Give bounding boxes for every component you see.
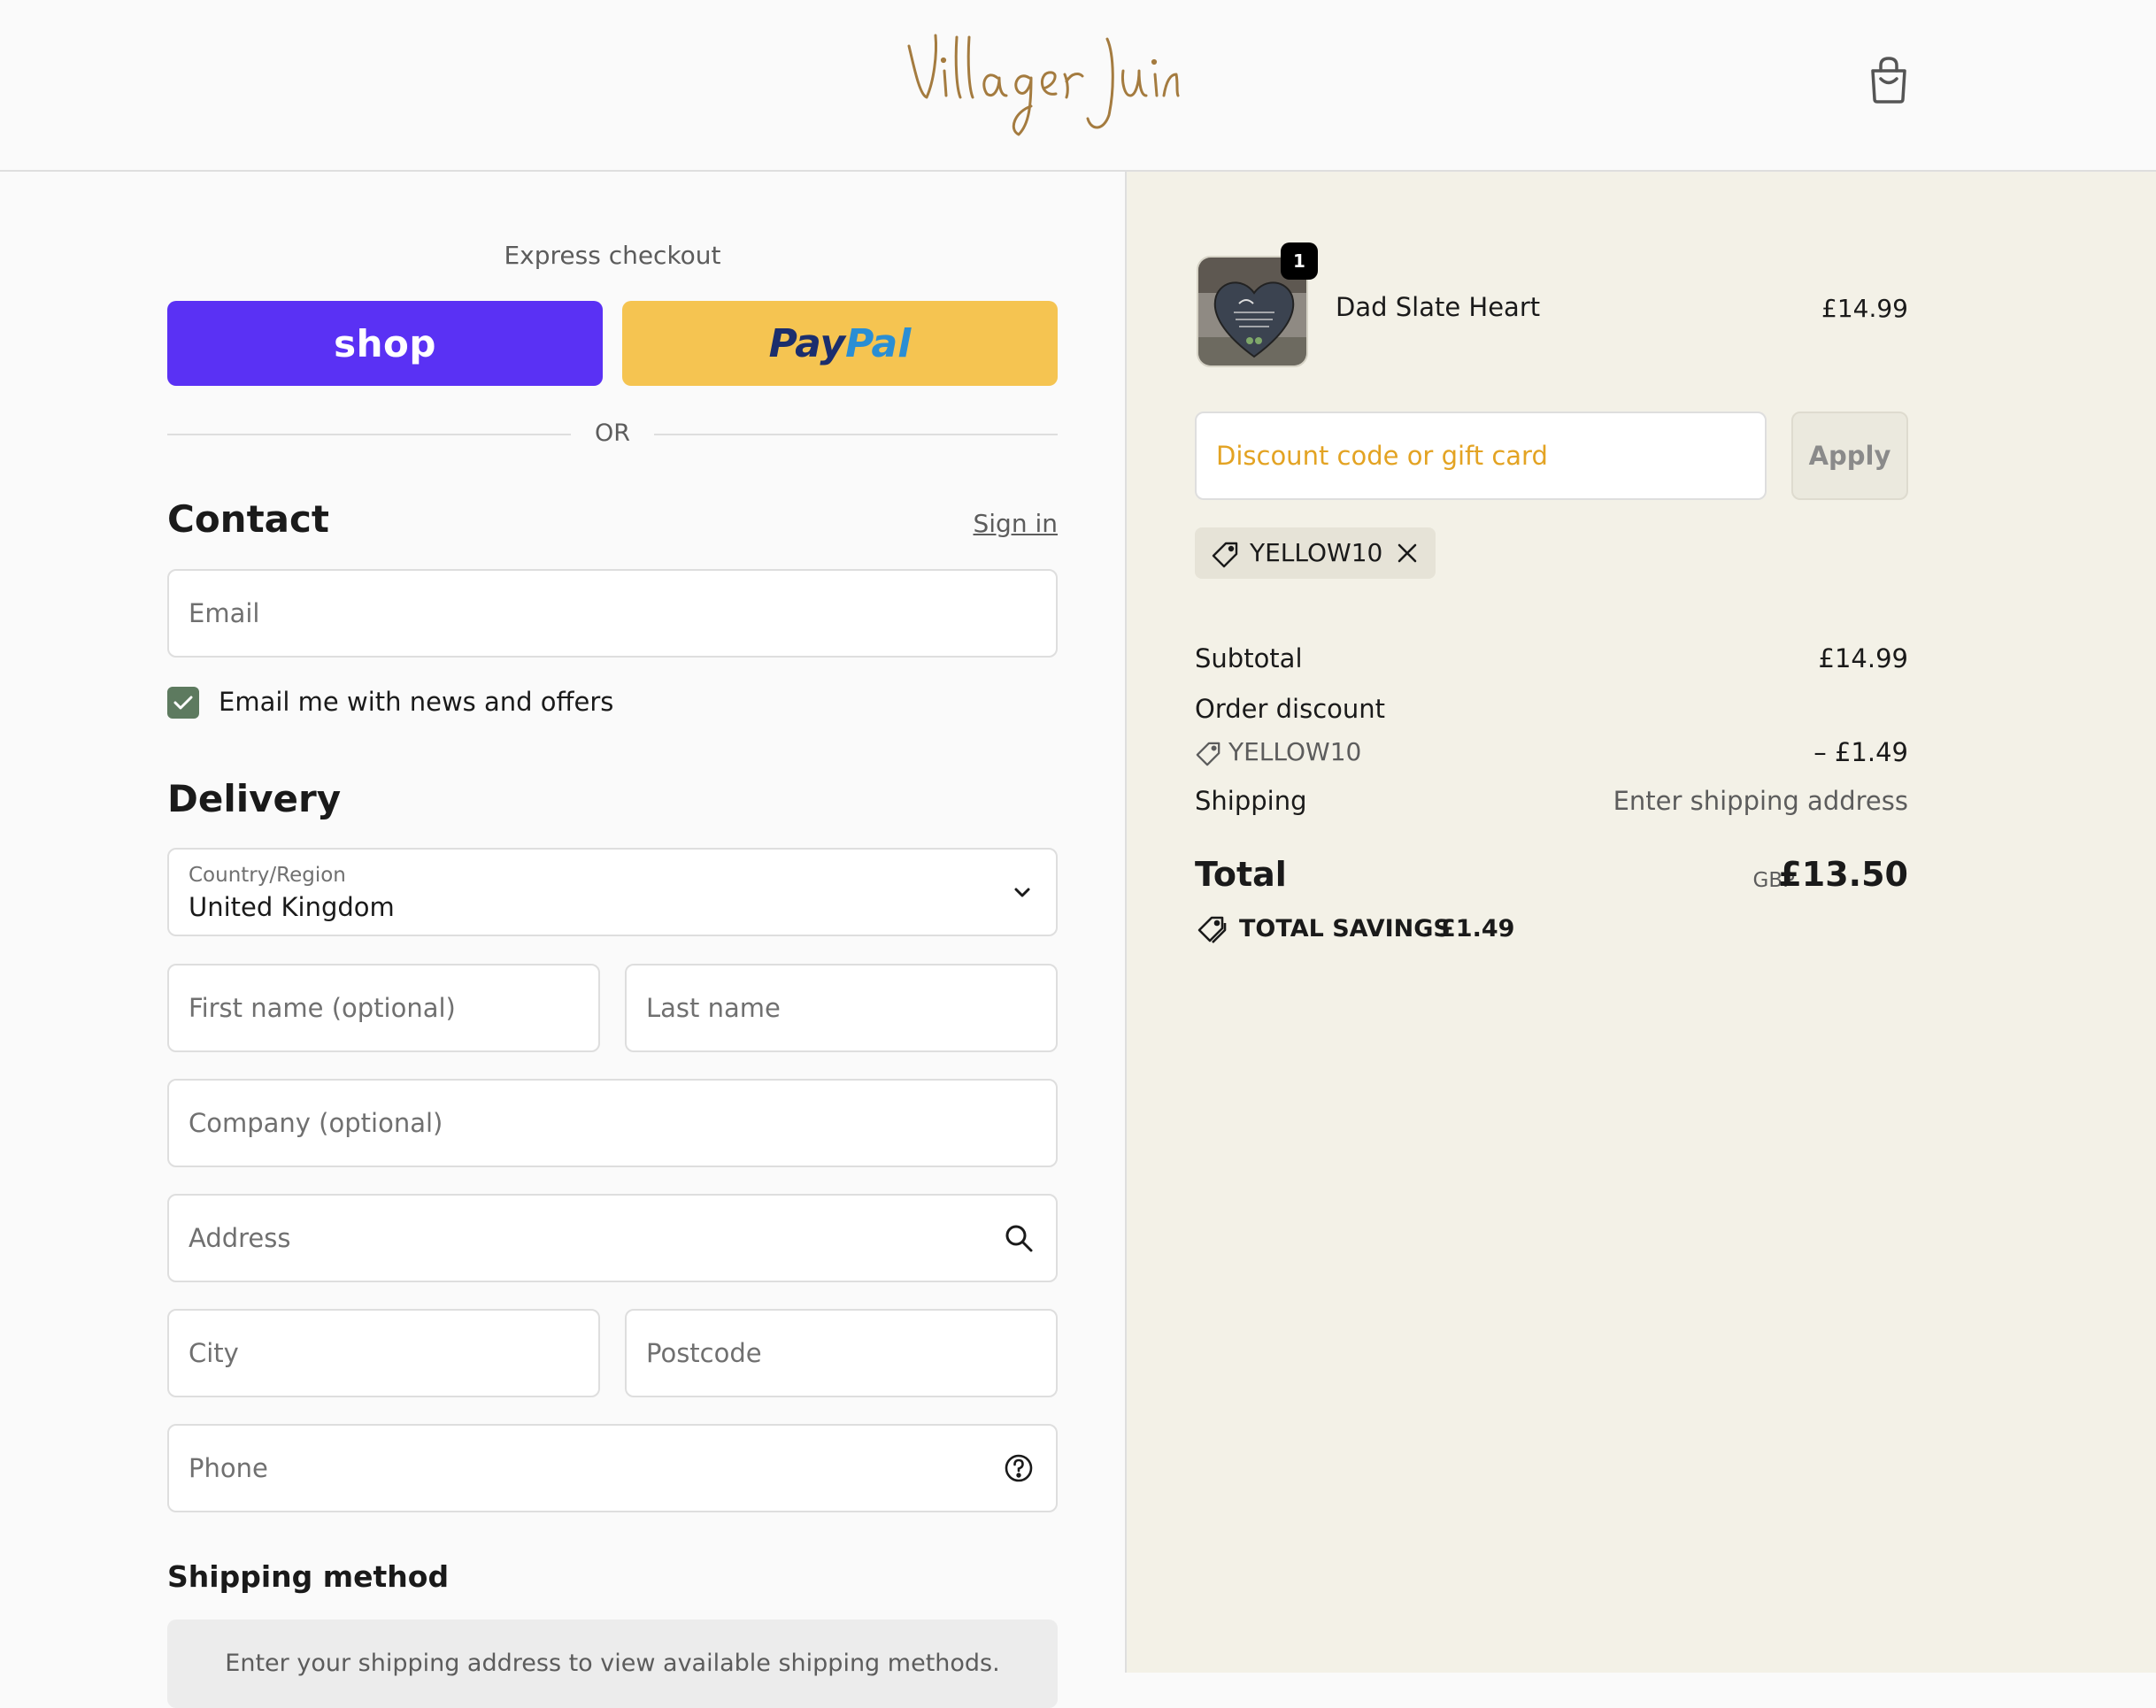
subtotal-label: Subtotal	[1195, 643, 1303, 673]
last-name-field[interactable]: Last name	[625, 964, 1058, 1052]
delivery-heading: Delivery	[167, 777, 342, 820]
shipping-label: Shipping	[1195, 786, 1307, 816]
total-value: £13.50	[1778, 855, 1908, 894]
shop-pay-label: shop	[334, 321, 436, 365]
product-name: Dad Slate Heart	[1336, 292, 1541, 322]
country-value: United Kingdom	[189, 892, 395, 922]
shipping-row: Shipping Enter shipping address	[1195, 786, 1908, 821]
apply-discount-button[interactable]: Apply	[1791, 412, 1908, 500]
chevron-down-icon	[1014, 888, 1030, 897]
discount-value: – £1.49	[1813, 737, 1908, 767]
newsletter-label: Email me with news and offers	[219, 687, 614, 717]
city-field[interactable]: City	[167, 1309, 600, 1397]
product-price: £14.99	[1821, 294, 1908, 323]
order-discount-label: Order discount	[1195, 694, 1386, 724]
or-divider: OR	[167, 416, 1058, 451]
tag-icon	[1196, 742, 1220, 766]
subtotal-row: Subtotal £14.99	[1195, 643, 1908, 679]
express-checkout-title: Express checkout	[504, 241, 721, 270]
total-label: Total	[1195, 855, 1287, 894]
remove-discount-icon[interactable]	[1395, 541, 1420, 565]
shipping-method-notice: Enter your shipping address to view avai…	[167, 1620, 1058, 1708]
applied-code-text: YELLOW10	[1250, 538, 1383, 567]
discount-code-row: YELLOW10 – £1.49	[1195, 737, 1908, 773]
double-tag-icon	[1197, 916, 1227, 943]
order-discount-row: Order discount	[1195, 694, 1908, 729]
discount-code-placeholder: Discount code or gift card	[1216, 441, 1548, 471]
city-placeholder: City	[189, 1338, 239, 1368]
phone-placeholder: Phone	[189, 1453, 268, 1483]
shopping-bag-icon[interactable]	[1867, 55, 1910, 104]
total-savings-value: £1.49	[1439, 915, 1515, 942]
discount-code-label: YELLOW10	[1228, 737, 1362, 766]
brand-logo[interactable]	[898, 19, 1182, 139]
total-savings-label: TOTAL SAVINGS	[1239, 915, 1451, 942]
last-name-placeholder: Last name	[646, 993, 781, 1023]
country-label: Country/Region	[189, 864, 346, 887]
address-placeholder: Address	[189, 1223, 291, 1253]
paypal-label-pay: Pay	[768, 320, 846, 366]
quantity-badge: 1	[1281, 242, 1318, 280]
paypal-button[interactable]: Pay Pal	[622, 301, 1058, 386]
postcode-field[interactable]: Postcode	[625, 1309, 1058, 1397]
email-placeholder: Email	[189, 598, 260, 628]
first-name-field[interactable]: First name (optional)	[167, 964, 600, 1052]
tag-icon	[1212, 542, 1238, 568]
subtotal-value: £14.99	[1818, 643, 1908, 673]
discount-code-input[interactable]: Discount code or gift card	[1195, 412, 1767, 500]
checkmark-icon	[173, 696, 193, 710]
shipping-method-message: Enter your shipping address to view avai…	[225, 1650, 1000, 1677]
shipping-value: Enter shipping address	[1613, 786, 1908, 816]
header	[0, 0, 2156, 172]
or-label: OR	[594, 419, 630, 447]
help-icon[interactable]	[1003, 1452, 1035, 1484]
shop-pay-button[interactable]: shop	[167, 301, 603, 386]
postcode-placeholder: Postcode	[646, 1338, 762, 1368]
paypal-label-pal: Pal	[845, 320, 912, 366]
email-field[interactable]: Email	[167, 569, 1058, 658]
shipping-method-heading: Shipping method	[167, 1559, 450, 1594]
sign-in-link[interactable]: Sign in	[885, 509, 1059, 538]
country-select[interactable]: Country/Region United Kingdom	[167, 848, 1058, 936]
phone-field[interactable]: Phone	[167, 1424, 1058, 1512]
contact-heading: Contact	[167, 497, 329, 541]
search-icon	[1005, 1225, 1033, 1252]
first-name-placeholder: First name (optional)	[189, 993, 456, 1023]
company-placeholder: Company (optional)	[189, 1108, 443, 1138]
newsletter-checkbox[interactable]	[167, 687, 199, 719]
address-field[interactable]: Address	[167, 1194, 1058, 1282]
applied-discount-chip: YELLOW10	[1195, 527, 1436, 579]
company-field[interactable]: Company (optional)	[167, 1079, 1058, 1167]
